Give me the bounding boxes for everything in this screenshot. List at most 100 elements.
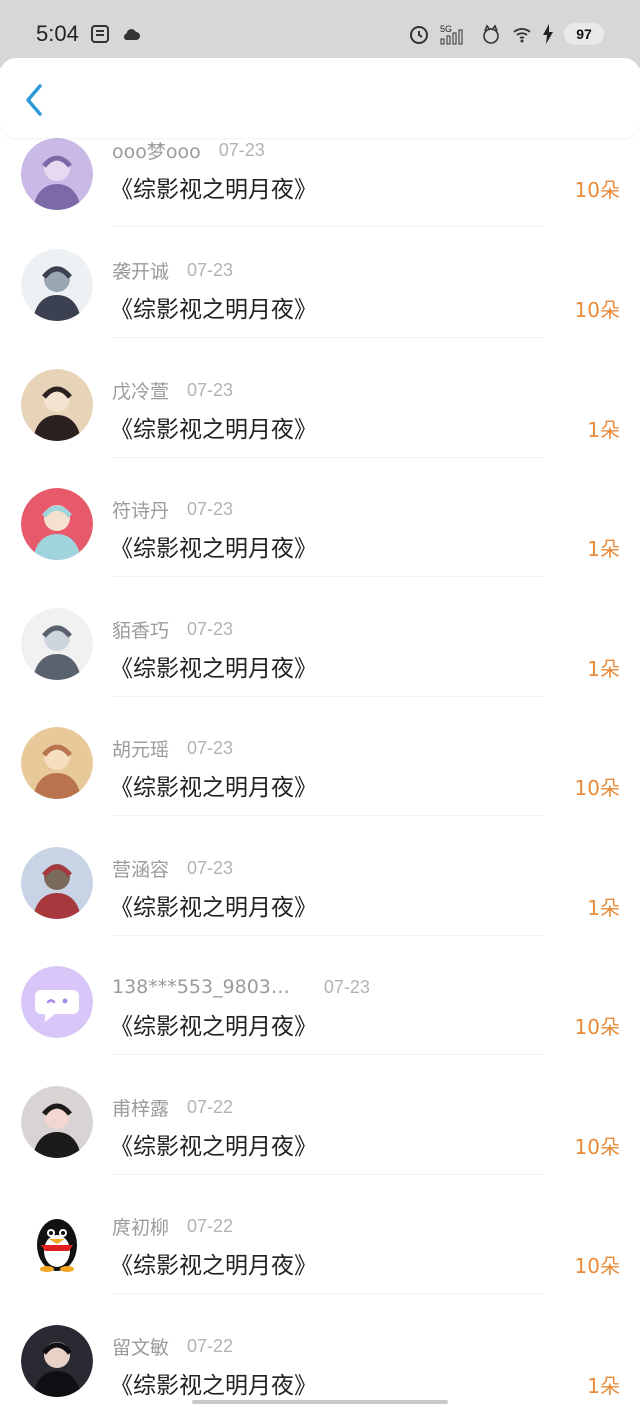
avatar[interactable] [21,1325,93,1397]
cloud-icon [121,26,141,42]
avatar[interactable] [21,847,93,919]
list-item[interactable]: 戊冷萱 07-23 《综影视之明月夜》 1朵 [0,369,640,489]
user-name[interactable]: 甫梓露 [112,1094,169,1121]
book-title[interactable]: 《综影视之明月夜》 [110,1366,317,1400]
row-divider [112,576,542,577]
book-title[interactable]: 《综影视之明月夜》 [110,1127,317,1161]
user-name[interactable]: 留文敏 [112,1333,169,1360]
item-meta: 貊香巧 07-23 [112,615,233,643]
item-date: 07-23 [187,498,234,519]
user-name[interactable]: 营涵容 [112,855,169,882]
book-title[interactable]: 《综影视之明月夜》 [110,1246,317,1280]
item-date: 07-23 [187,379,234,400]
item-meta: 袭开诚 07-23 [112,256,233,284]
book-title[interactable]: 《综影视之明月夜》 [110,649,317,683]
charging-bolt-icon [542,24,554,44]
gift-record-list: ooo梦ooo 07-23 《综影视之明月夜》 10朵 袭开诚 07-23 《综影视之明月夜… [0,138,640,1408]
back-button[interactable] [18,82,50,118]
row-divider [112,1054,542,1055]
row-divider [112,226,542,227]
item-meta: 庹初柳 07-22 [112,1212,233,1240]
signal-icon: 5G [440,23,470,45]
item-meta: 营涵容 07-23 [112,854,233,882]
avatar[interactable] [21,488,93,560]
status-time: 5:04 [36,21,79,46]
book-title[interactable]: 《综影视之明月夜》 [110,290,317,324]
row-divider [112,815,542,816]
cat-face-icon [480,23,502,45]
flower-count: 1朵 [587,896,620,920]
book-title[interactable]: 《综影视之明月夜》 [110,410,317,444]
user-name[interactable]: 庹初柳 [112,1213,169,1240]
user-name[interactable]: 戊冷萱 [112,377,169,404]
flower-count: 10朵 [574,1135,620,1159]
user-name[interactable]: 貊香巧 [112,616,169,643]
item-date: 07-23 [218,139,265,160]
book-title[interactable]: 《综影视之明月夜》 [110,768,317,802]
flower-count: 1朵 [587,418,620,442]
item-meta: 戊冷萱 07-23 [112,376,233,404]
row-divider [112,1293,542,1294]
status-left: 5:04 [36,21,141,47]
user-name[interactable]: ooo梦ooo [112,138,201,164]
user-name[interactable]: 符诗丹 [112,496,169,523]
item-meta: 胡元瑶 07-23 [112,734,233,762]
list-item[interactable]: ooo梦ooo 07-23 《综影视之明月夜》 10朵 [0,138,640,258]
book-title[interactable]: 《综影视之明月夜》 [110,1007,317,1041]
top-navigation-bar [0,58,640,138]
item-meta: 138***553_9803… 07-23 [112,973,370,1001]
item-meta: 符诗丹 07-23 [112,495,233,523]
avatar[interactable] [21,1086,93,1158]
list-item[interactable]: 138***553_9803… 07-23 《综影视之明月夜》 10朵 [0,966,640,1086]
item-meta: 留文敏 07-22 [112,1332,233,1360]
app-notification-icon [90,25,109,43]
book-title[interactable]: 《综影视之明月夜》 [110,529,317,563]
item-date: 07-23 [323,976,370,997]
flower-count: 10朵 [574,298,620,322]
list-item[interactable]: 庹初柳 07-22 《综影视之明月夜》 10朵 [0,1205,640,1325]
list-item[interactable]: 胡元瑶 07-23 《综影视之明月夜》 10朵 [0,727,640,847]
avatar[interactable] [21,138,93,210]
flower-count: 1朵 [587,537,620,561]
flower-count: 10朵 [574,776,620,800]
list-item[interactable]: 符诗丹 07-23 《综影视之明月夜》 1朵 [0,488,640,608]
item-date: 07-22 [187,1215,234,1236]
row-divider [112,337,542,338]
list-item[interactable]: 貊香巧 07-23 《综影视之明月夜》 1朵 [0,608,640,728]
wifi-icon [512,25,532,43]
row-divider [112,1174,542,1175]
battery-level: 97 [564,23,604,45]
chat-bubble-icon[interactable] [21,966,93,1038]
flower-count: 1朵 [587,1374,620,1398]
item-date: 07-22 [187,1335,234,1356]
flower-count: 10朵 [574,1015,620,1039]
list-item[interactable]: 营涵容 07-23 《综影视之明月夜》 1朵 [0,847,640,967]
row-divider [112,696,542,697]
list-item[interactable]: 留文敏 07-22 《综影视之明月夜》 1朵 [0,1325,640,1408]
item-date: 07-23 [187,618,234,639]
row-divider [112,935,542,936]
chevron-left-icon [26,84,42,116]
avatar[interactable] [21,369,93,441]
penguin-icon[interactable] [21,1205,93,1277]
avatar[interactable] [21,727,93,799]
list-item[interactable]: 袭开诚 07-23 《综影视之明月夜》 10朵 [0,249,640,369]
book-title[interactable]: 《综影视之明月夜》 [110,170,317,204]
item-date: 07-23 [187,857,234,878]
avatar[interactable] [21,249,93,321]
item-date: 07-23 [187,737,234,758]
list-item[interactable]: 甫梓露 07-22 《综影视之明月夜》 10朵 [0,1086,640,1206]
item-meta: ooo梦ooo 07-23 [112,138,265,164]
alarm-clock-icon [408,23,430,45]
flower-count: 1朵 [587,657,620,681]
user-name[interactable]: 胡元瑶 [112,735,169,762]
flower-count: 10朵 [574,1254,620,1278]
item-date: 07-22 [187,1096,234,1117]
book-title[interactable]: 《综影视之明月夜》 [110,888,317,922]
row-divider [112,457,542,458]
user-name[interactable]: 138***553_9803… [112,976,290,998]
user-name[interactable]: 袭开诚 [112,257,169,284]
avatar[interactable] [21,608,93,680]
svg-text:5G: 5G [440,24,452,34]
home-indicator [192,1400,448,1404]
